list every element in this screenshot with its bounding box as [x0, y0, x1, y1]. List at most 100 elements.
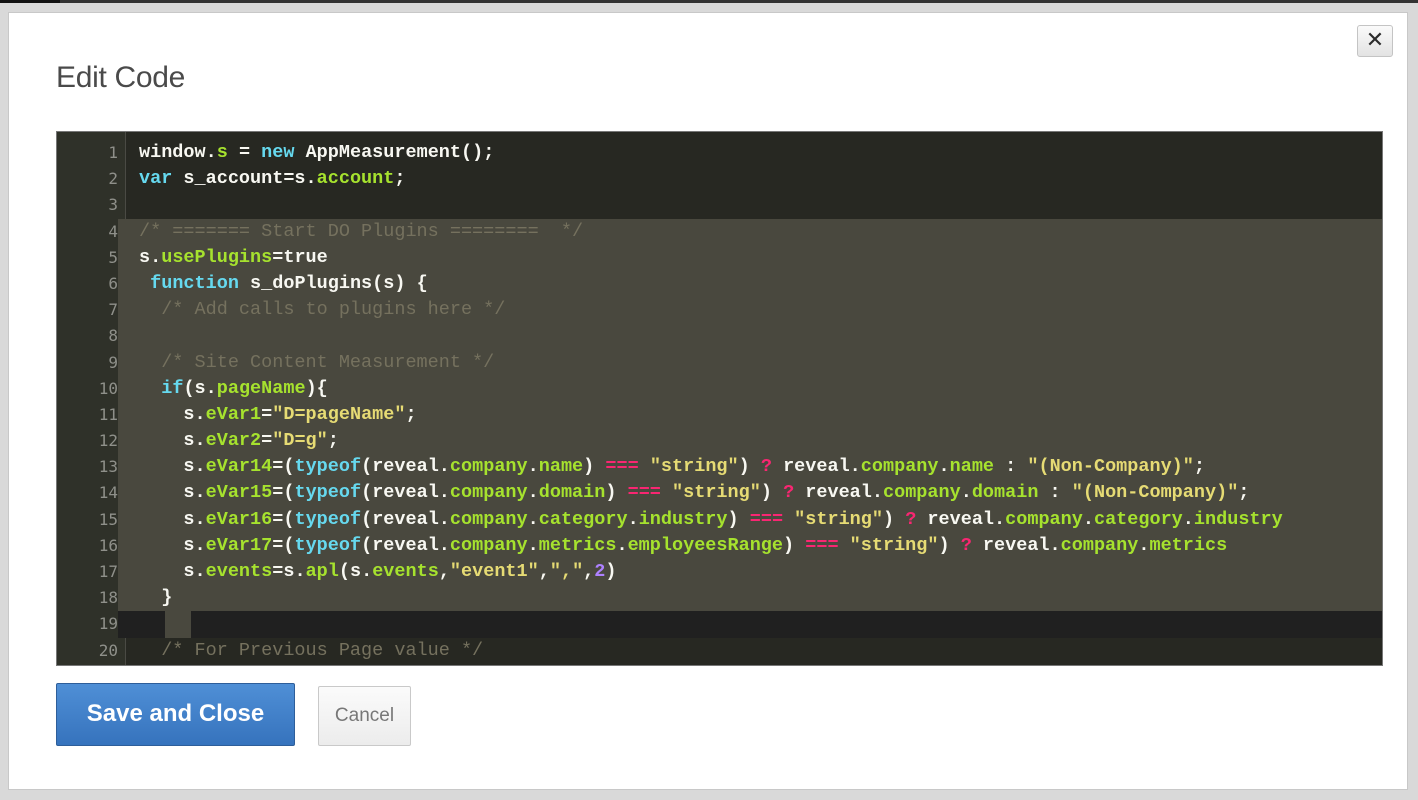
- cancel-button[interactable]: Cancel: [318, 686, 411, 746]
- dialog-title: Edit Code: [56, 61, 186, 94]
- code-token: s.: [139, 561, 206, 582]
- line-number: 20: [98, 640, 118, 660]
- code-token: eVar2: [205, 430, 262, 452]
- code-token: (s.: [338, 561, 373, 582]
- code-token: .: [938, 456, 950, 478]
- line-number: 4: [57, 218, 118, 245]
- code-text: var s_account=s.account;: [139, 166, 405, 192]
- code-line: 12 s.eVar2="D=g";: [57, 428, 1382, 455]
- code-token: company: [860, 456, 939, 478]
- code-token: =(: [272, 534, 295, 556]
- code-token: .: [1182, 508, 1194, 530]
- text-cursor-highlight: [165, 611, 191, 638]
- code-token: =: [261, 403, 273, 425]
- code-token: ===: [749, 508, 784, 530]
- code-token: category: [538, 508, 628, 530]
- code-token: /* Add calls to plugins here */: [139, 299, 506, 321]
- code-text: }: [139, 585, 172, 611]
- code-token: name: [949, 456, 995, 478]
- code-token: metrics: [538, 534, 617, 556]
- code-token: company: [1060, 534, 1139, 556]
- edit-code-dialog: ✕ Edit Code 1 window.s = new AppMeasureme…: [8, 12, 1408, 790]
- code-token: domain: [538, 482, 606, 504]
- code-token: =(: [272, 482, 295, 504]
- code-line: 11 s.eVar1="D=pageName";: [57, 401, 1382, 429]
- code-token: ;: [405, 403, 417, 425]
- code-line: 9 /* Site Content Measurement */: [57, 349, 1382, 376]
- code-token: s: [216, 142, 228, 163]
- code-token: (reveal.: [361, 508, 450, 530]
- line-number: 5: [57, 244, 118, 271]
- code-token: ): [727, 508, 750, 530]
- save-and-close-button[interactable]: Save and Close: [56, 683, 295, 746]
- line-number: 1: [108, 143, 118, 162]
- code-token: =s.: [272, 561, 306, 582]
- code-line: 16 s.eVar17=(typeof(reveal.company.metri…: [57, 532, 1382, 560]
- code-token: function: [150, 272, 239, 294]
- code-token: ): [760, 482, 784, 504]
- code-text: function s_doPlugins(s) {: [139, 271, 428, 297]
- code-line: 17 s.events=s.apl(s.events,"event1",",",…: [57, 559, 1382, 586]
- code-text: s.eVar15=(typeof(reveal.company.domain) …: [139, 480, 1249, 506]
- code-token: =(: [272, 456, 295, 478]
- code-token: "(Non-Company)": [1027, 456, 1194, 478]
- code-token: typeof: [294, 482, 362, 504]
- line-number: 10: [57, 375, 118, 402]
- close-button[interactable]: ✕: [1357, 25, 1393, 57]
- code-line: 5 s.usePlugins=true: [57, 244, 1382, 271]
- code-line: 20 /* For Previous Page value */: [57, 638, 1382, 664]
- code-text: /* Site Content Measurement */: [139, 350, 494, 376]
- code-token: usePlugins: [161, 246, 273, 268]
- code-token: name: [538, 456, 584, 478]
- code-token: ;: [1238, 482, 1250, 504]
- code-line: 6 function s_doPlugins(s) {: [57, 270, 1382, 298]
- line-number: 19: [57, 611, 118, 638]
- code-token: company: [1005, 508, 1083, 530]
- code-token: ): [882, 508, 906, 530]
- code-token: /* ======= Start DO Plugins ======== */: [139, 220, 584, 242]
- code-line: 7 /* Add calls to plugins here */: [57, 297, 1382, 324]
- code-line: 14 s.eVar15=(typeof(reveal.company.domai…: [57, 480, 1382, 507]
- code-token: new: [261, 142, 295, 163]
- code-token: ?: [960, 534, 972, 556]
- code-token: var: [139, 168, 173, 190]
- code-editor[interactable]: 1 window.s = new AppMeasurement(); 2 var s_…: [56, 131, 1383, 666]
- code-token: ;: [394, 168, 406, 190]
- code-text: window.s = new AppMeasurement();: [139, 140, 494, 166]
- top-bar-mark: [0, 0, 60, 3]
- code-token: ): [938, 534, 961, 556]
- code-token: apl: [305, 561, 339, 582]
- code-token: eVar16: [205, 508, 273, 530]
- code-line: 4 /* ======= Start DO Plugins ======== */: [57, 218, 1382, 245]
- code-line: 19: [57, 611, 1382, 638]
- code-token: }: [139, 587, 173, 609]
- code-token: .: [527, 482, 539, 504]
- code-token: =true: [272, 246, 328, 268]
- code-token: eVar15: [205, 482, 273, 504]
- code-text: s.usePlugins=true: [139, 245, 328, 271]
- code-token: .: [627, 508, 639, 530]
- code-token: reveal.: [916, 508, 1006, 530]
- code-token: industry: [1193, 508, 1283, 530]
- code-token: /* For Previous Page value */: [139, 639, 484, 661]
- code-token: employeesRange: [627, 534, 784, 556]
- code-token: "string": [672, 482, 761, 504]
- code-token: eVar1: [205, 403, 262, 425]
- code-token: ?: [905, 508, 917, 530]
- code-text: s.eVar14=(typeof(reveal.company.name) ==…: [139, 454, 1205, 480]
- code-token: company: [449, 482, 528, 504]
- code-token: :: [994, 456, 1028, 478]
- code-token: company: [449, 456, 528, 478]
- code-token: ): [783, 534, 806, 556]
- code-token: typeof: [294, 508, 362, 530]
- code-token: company: [449, 534, 528, 556]
- code-token: (reveal.: [361, 482, 450, 504]
- code-token: "string": [649, 456, 739, 478]
- code-token: ,: [438, 561, 450, 582]
- code-token: ): [605, 561, 617, 582]
- code-line: 3: [57, 192, 1382, 218]
- code-token: s.: [139, 534, 206, 556]
